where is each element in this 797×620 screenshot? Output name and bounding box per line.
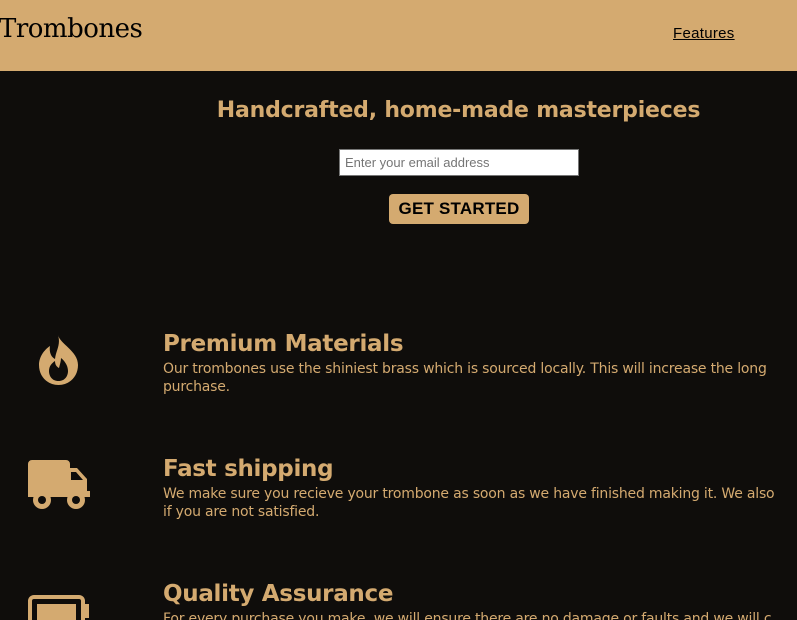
feature-title-fast-shipping: Fast shipping <box>163 456 334 482</box>
feature-text-premium-materials: Our trombones use the shiniest brass whi… <box>163 360 797 396</box>
site-header: Trombones Features <box>0 0 797 71</box>
site-logo: Trombones <box>0 14 143 44</box>
feature-title-quality-assurance: Quality Assurance <box>163 581 394 607</box>
hero-title: Handcrafted, home-made masterpieces <box>216 98 701 123</box>
truck-icon <box>28 460 90 509</box>
email-input[interactable] <box>339 149 579 176</box>
feature-text-quality-assurance: For every purchase you make, we will ens… <box>163 610 797 620</box>
feature-text-line: For every purchase you make, we will ens… <box>163 611 772 620</box>
nav-link-features[interactable]: Features <box>673 25 735 42</box>
feature-text-fast-shipping: We make sure you recieve your trombone a… <box>163 485 797 521</box>
get-started-button[interactable]: GET STARTED <box>389 194 529 224</box>
fire-icon <box>39 335 78 385</box>
feature-text-line: if you are not satisfied. <box>163 504 320 520</box>
feature-text-line: purchase. <box>163 379 230 395</box>
feature-title-premium-materials: Premium Materials <box>163 331 404 357</box>
feature-text-line: Our trombones use the shiniest brass whi… <box>163 361 767 377</box>
feature-text-line: We make sure you recieve your trombone a… <box>163 486 775 502</box>
battery-full-icon <box>28 595 89 620</box>
